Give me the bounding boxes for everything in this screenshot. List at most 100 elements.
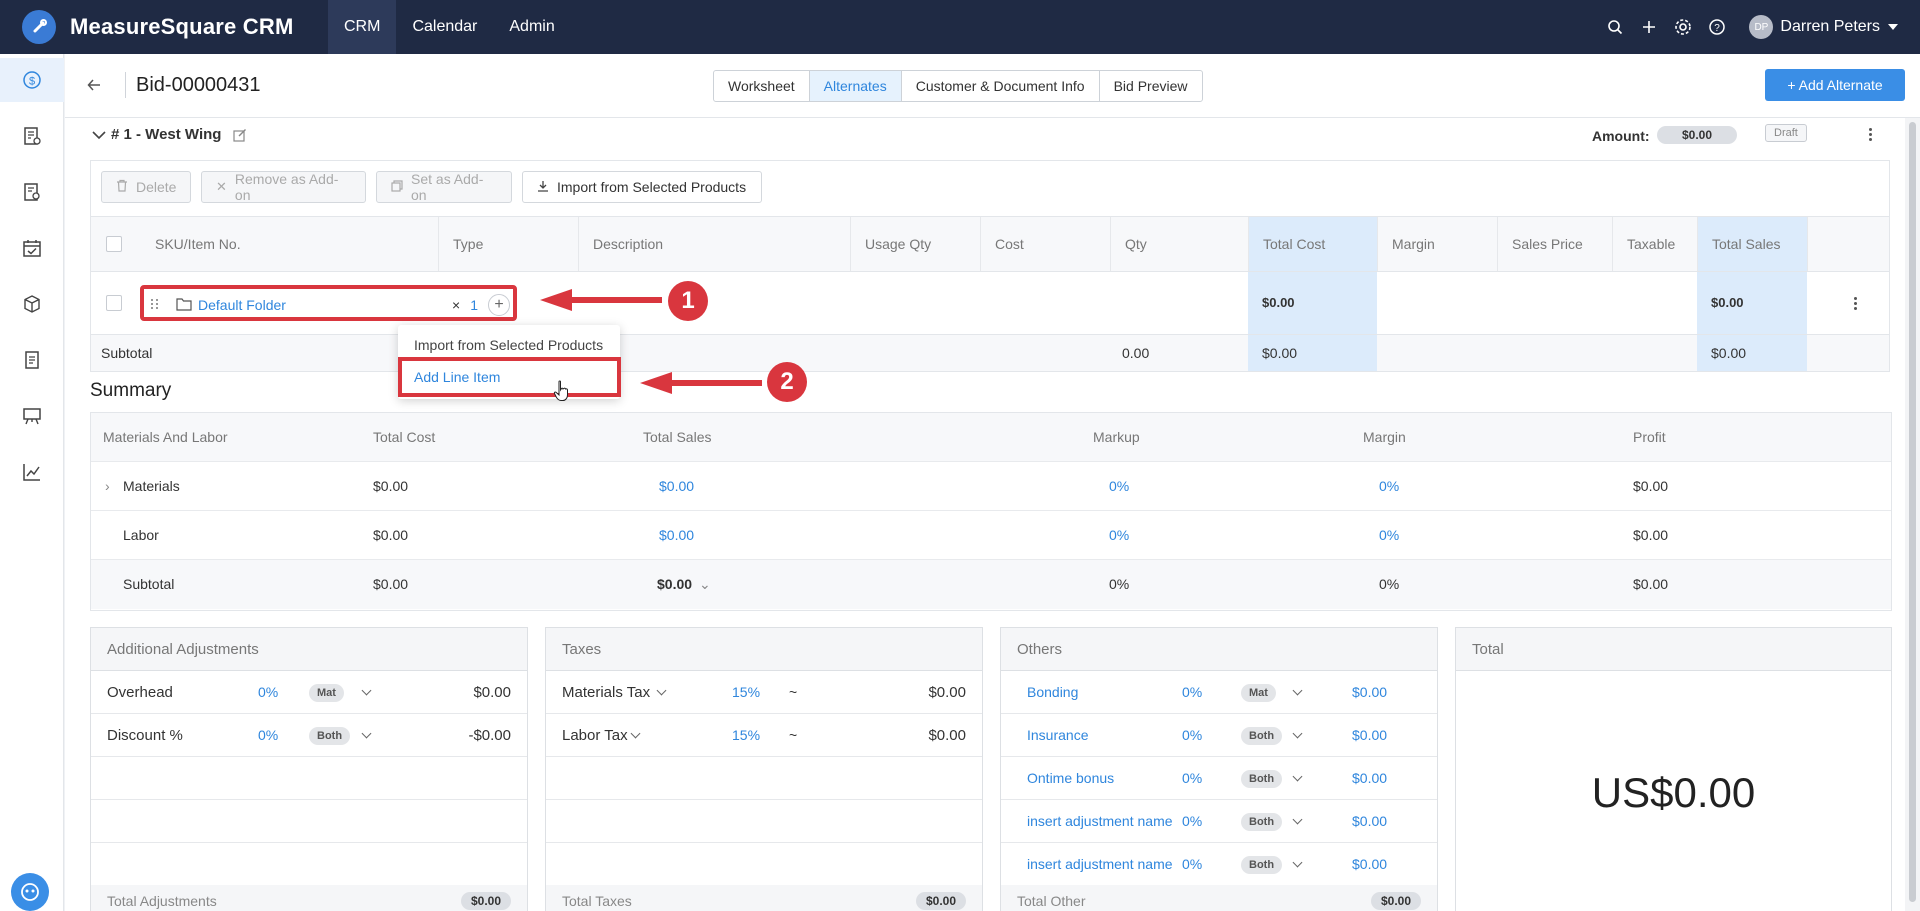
nav-admin[interactable]: Admin — [493, 0, 570, 54]
add-alternate-button[interactable]: + Add Alternate — [1765, 69, 1905, 101]
chevron-down-icon[interactable] — [1292, 814, 1303, 825]
other-pct[interactable]: 0% — [1182, 714, 1202, 757]
panel-title: Taxes — [546, 628, 982, 671]
app-logo[interactable]: MeasureSquare CRM — [0, 10, 328, 44]
scrollbar-thumb[interactable] — [1909, 122, 1916, 902]
chevron-down-icon[interactable]: ⌄ — [699, 560, 711, 609]
alternate-more-icon[interactable] — [1865, 128, 1875, 141]
tab-alternates[interactable]: Alternates — [809, 71, 902, 101]
column-description[interactable]: Description — [578, 217, 850, 271]
other-row: Bonding 0% Mat $0.00 — [1001, 671, 1437, 714]
folder-name[interactable]: Default Folder — [198, 297, 286, 313]
sidebar-item-notes[interactable] — [0, 338, 64, 382]
row-more-icon[interactable] — [1850, 297, 1860, 310]
search-icon[interactable] — [1605, 17, 1625, 37]
summary-total-sales[interactable]: $0.00 — [659, 511, 694, 560]
user-menu[interactable]: DP Darren Peters — [1749, 15, 1898, 39]
summary-total-sales[interactable]: $0.00 — [659, 462, 694, 511]
folder-cell: Default Folder × 1 + — [150, 294, 510, 316]
vertical-scrollbar[interactable] — [1905, 118, 1920, 911]
sidebar-item-calendar[interactable] — [0, 226, 64, 270]
gear-icon[interactable] — [1673, 17, 1693, 37]
summary-markup[interactable]: 0% — [1109, 462, 1129, 511]
other-value[interactable]: $0.00 — [1352, 757, 1387, 800]
other-value[interactable]: $0.00 — [1352, 714, 1387, 757]
column-total-cost[interactable]: Total Cost — [1248, 217, 1377, 271]
remove-addon-button[interactable]: ✕ Remove as Add-on — [201, 171, 366, 203]
other-basis[interactable]: Both — [1241, 727, 1283, 745]
add-icon[interactable] — [1639, 17, 1659, 37]
column-sku[interactable]: SKU/Item No. — [141, 217, 431, 271]
chevron-down-icon[interactable] — [1292, 685, 1303, 696]
remove-folder-icon[interactable]: × — [452, 297, 460, 313]
tab-customer-document-info[interactable]: Customer & Document Info — [902, 71, 1100, 101]
tax-pct[interactable]: 15% — [732, 671, 760, 714]
chevron-down-icon[interactable] — [1292, 771, 1303, 782]
other-pct[interactable]: 0% — [1182, 671, 1202, 714]
chevron-down-icon[interactable] — [361, 728, 372, 739]
other-value[interactable]: $0.00 — [1352, 671, 1387, 714]
sidebar-item-presentations[interactable] — [0, 394, 64, 438]
column-cost[interactable]: Cost — [980, 217, 1110, 271]
chevron-down-icon[interactable] — [1292, 728, 1303, 739]
line-items-grid: Delete ✕ Remove as Add-on Set as Add-on … — [90, 160, 1890, 372]
other-basis[interactable]: Both — [1241, 770, 1283, 788]
other-basis[interactable]: Both — [1241, 856, 1283, 874]
chevron-down-icon[interactable] — [630, 728, 641, 739]
column-total-sales[interactable]: Total Sales — [1697, 217, 1807, 271]
back-arrow-icon[interactable] — [87, 78, 101, 95]
other-basis[interactable]: Both — [1241, 813, 1283, 831]
summary-total-cost: $0.00 — [373, 478, 409, 494]
other-label[interactable]: insert adjustment name — [1027, 843, 1173, 886]
other-basis[interactable]: Mat — [1241, 684, 1276, 702]
drag-handle-icon[interactable] — [150, 297, 160, 313]
other-value[interactable]: $0.00 — [1352, 843, 1387, 886]
column-sales-price[interactable]: Sales Price — [1497, 217, 1612, 271]
document-search-icon — [24, 183, 40, 201]
column-taxable[interactable]: Taxable — [1612, 217, 1697, 271]
other-pct[interactable]: 0% — [1182, 800, 1202, 843]
tab-bid-preview[interactable]: Bid Preview — [1100, 71, 1202, 101]
chevron-down-icon[interactable] — [361, 685, 372, 696]
other-pct[interactable]: 0% — [1182, 757, 1202, 800]
chevron-down-icon[interactable] — [656, 685, 667, 696]
column-margin[interactable]: Margin — [1377, 217, 1497, 271]
column-qty[interactable]: Qty — [1110, 217, 1248, 271]
set-addon-button[interactable]: Set as Add-on — [376, 171, 512, 203]
tax-pct[interactable]: 15% — [732, 714, 760, 757]
other-label[interactable]: Bonding — [1027, 671, 1078, 714]
other-value[interactable]: $0.00 — [1352, 800, 1387, 843]
adjustment-pct[interactable]: 0% — [258, 671, 278, 714]
sidebar-item-bids[interactable]: $ — [0, 58, 64, 102]
column-type[interactable]: Type — [438, 217, 578, 271]
other-label[interactable]: Ontime bonus — [1027, 757, 1114, 800]
add-item-icon[interactable]: + — [488, 294, 510, 316]
summary-margin[interactable]: 0% — [1379, 462, 1399, 511]
sidebar-item-analytics[interactable] — [0, 450, 64, 494]
edit-icon[interactable] — [233, 128, 247, 142]
nav-crm[interactable]: CRM — [328, 0, 397, 54]
delete-button[interactable]: Delete — [101, 171, 191, 203]
column-usage-qty[interactable]: Usage Qty — [850, 217, 980, 271]
import-products-button[interactable]: Import from Selected Products — [522, 171, 762, 203]
nav-calendar[interactable]: Calendar — [396, 0, 493, 54]
sidebar-item-products[interactable] — [0, 282, 64, 326]
tab-worksheet[interactable]: Worksheet — [714, 71, 810, 101]
adjustment-basis[interactable]: Both — [309, 727, 351, 745]
other-label[interactable]: Insurance — [1027, 714, 1088, 757]
summary-margin[interactable]: 0% — [1379, 511, 1399, 560]
adjustment-basis[interactable]: Mat — [309, 684, 344, 702]
chevron-down-icon[interactable] — [1292, 857, 1303, 868]
row-checkbox[interactable] — [106, 295, 122, 311]
help-icon[interactable]: ? — [1707, 17, 1727, 37]
other-label[interactable]: insert adjustment name — [1027, 800, 1173, 843]
sidebar-item-documents[interactable] — [0, 114, 64, 158]
chevron-right-icon[interactable]: › — [105, 462, 110, 511]
other-pct[interactable]: 0% — [1182, 843, 1202, 886]
summary-markup[interactable]: 0% — [1109, 511, 1129, 560]
support-chat-button[interactable] — [11, 873, 49, 911]
chevron-down-icon[interactable] — [91, 129, 107, 141]
adjustment-pct[interactable]: 0% — [258, 714, 278, 757]
sidebar-item-reports[interactable] — [0, 170, 64, 214]
select-all-checkbox[interactable] — [106, 236, 122, 252]
